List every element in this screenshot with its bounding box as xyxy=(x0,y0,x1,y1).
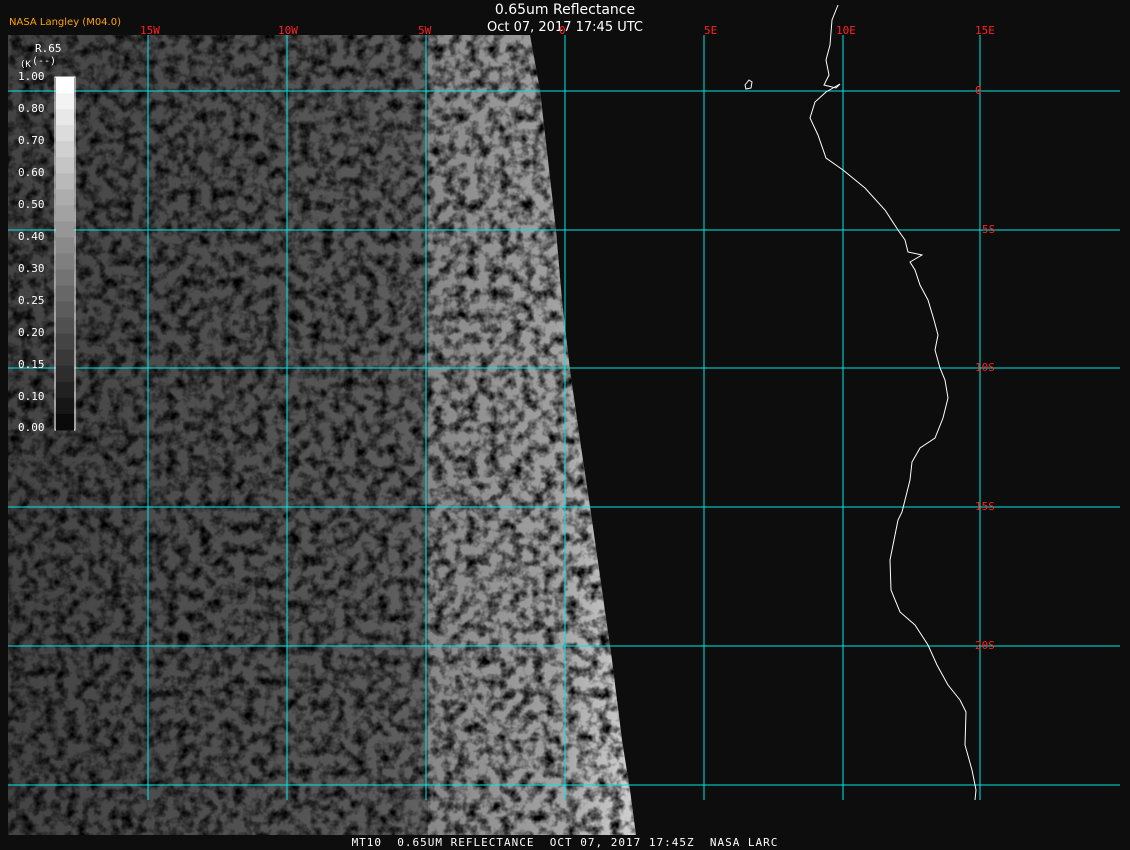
latitude-label: 20S xyxy=(975,639,995,652)
colorbar-steps xyxy=(56,77,74,431)
colorbar-step xyxy=(56,157,74,174)
colorbar-step xyxy=(56,125,74,142)
colorbar-step xyxy=(56,189,74,206)
page-title: 0.65um Reflectance xyxy=(494,2,636,18)
latitude-label: 15S xyxy=(975,500,995,513)
colorbar-step xyxy=(56,285,74,303)
colorbar-tick: 0.20 xyxy=(18,326,45,339)
colorbar-step xyxy=(56,221,74,238)
latitude-label: 0 xyxy=(975,84,982,97)
longitude-label: 10E xyxy=(836,24,856,37)
colorbar xyxy=(54,76,76,431)
colorbar-step xyxy=(56,381,74,399)
colorbar-step xyxy=(56,237,74,254)
colorbar-step xyxy=(56,413,74,431)
satellite-map xyxy=(0,0,1130,850)
colorbar-step xyxy=(56,365,74,383)
colorbar-step xyxy=(56,397,74,415)
colorbar-tick: 0.10 xyxy=(18,390,45,403)
colorbar-tick: 0.80 xyxy=(18,102,45,115)
colorbar-tick: 0.30 xyxy=(18,262,45,275)
colorbar-step xyxy=(56,173,74,190)
longitude-label: 15E xyxy=(975,24,995,37)
credit-label: NASA Langley (M04.0) xyxy=(9,17,121,28)
colorbar-step xyxy=(56,301,74,319)
colorbar-tick: 0.50 xyxy=(18,198,45,211)
longitude-label: 5E xyxy=(704,24,718,37)
colorbar-tick: 0.25 xyxy=(18,294,45,307)
colorbar-step xyxy=(56,141,74,158)
colorbar-tick: 0.00 xyxy=(18,421,45,434)
colorbar-step xyxy=(56,269,74,287)
colorbar-tick: 0.15 xyxy=(18,358,45,371)
colorbar-step xyxy=(56,349,74,367)
latitude-label: 5S xyxy=(982,223,996,236)
colorbar-tick: 0.70 xyxy=(18,134,45,147)
colorbar-unit: (--) xyxy=(32,56,57,67)
longitude-label: 10W xyxy=(278,24,298,37)
colorbar-step xyxy=(56,253,74,271)
latitude-label: 10S xyxy=(975,361,995,374)
longitude-label: 15W xyxy=(140,24,160,37)
colorbar-step xyxy=(56,109,74,126)
colorbar-tick: 1.00 xyxy=(18,70,45,83)
colorbar-step xyxy=(56,77,74,94)
colorbar-tick: 0.40 xyxy=(18,230,45,243)
colorbar-tick: 0.60 xyxy=(18,166,45,179)
colorbar-step xyxy=(56,317,74,335)
colorbar-step xyxy=(56,205,74,222)
longitude-label: 0 xyxy=(559,24,566,37)
footer-caption: MT10 0.65UM REFLECTANCE OCT 07, 2017 17:… xyxy=(351,836,779,849)
longitude-label: 5W xyxy=(418,24,432,37)
colorbar-unit-prefix: (K xyxy=(20,60,31,70)
colorbar-step xyxy=(56,93,74,110)
colorbar-title: R.65 xyxy=(35,42,62,55)
colorbar-step xyxy=(56,333,74,351)
